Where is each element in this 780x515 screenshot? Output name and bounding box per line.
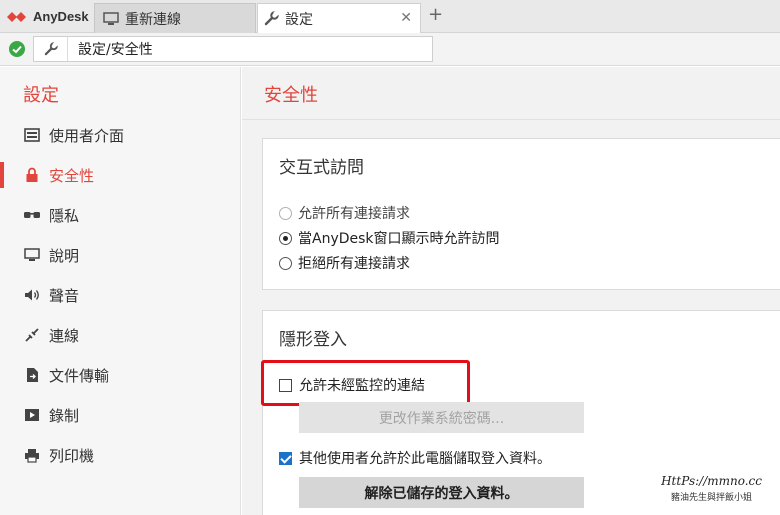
speaker-icon	[23, 286, 41, 304]
sidebar-item-security[interactable]: 安全性	[0, 155, 240, 195]
radio-deny-all[interactable]: 拒絕所有連接請求	[279, 253, 410, 273]
watermark-url: HttPs://mmno.cc	[661, 474, 762, 488]
watermark: HttPs://mmno.cc 豬油先生與拌飯小姐	[661, 474, 762, 503]
app-brand: AnyDesk	[0, 0, 94, 33]
checkbox-indicator	[279, 451, 292, 465]
record-icon	[23, 406, 41, 424]
section-title: 隱形登入	[279, 330, 347, 350]
sidebar-item-audio[interactable]: 聲音	[0, 275, 240, 315]
wrench-icon	[264, 11, 279, 26]
page-title: 安全性	[264, 85, 318, 106]
address-bar: 設定/安全性	[0, 33, 780, 66]
sidebar-item-label: 聲音	[49, 286, 80, 305]
printer-icon	[23, 446, 41, 464]
radio-label: 允許所有連接請求	[298, 206, 410, 222]
allow-other-users-checkbox[interactable]: 其他使用者允許於此電腦儲取登入資料。	[279, 448, 551, 468]
radio-indicator	[279, 256, 292, 270]
address-text: 設定/安全性	[78, 42, 153, 58]
tab-label: 設定	[285, 11, 313, 28]
settings-main: 安全性 交互式訪問 允許所有連接請求 當AnyDesk窗口顯示時允許訪問 拒絕所…	[242, 67, 780, 515]
sidebar-title: 設定	[23, 85, 59, 106]
settings-sidebar: 設定 使用者介面 安全性 隱私 說明 聲音 連線 文件傳輸 錄制 列印機	[0, 67, 241, 515]
address-field[interactable]: 設定/安全性	[33, 36, 433, 62]
radio-indicator	[279, 231, 292, 245]
lock-icon	[23, 166, 41, 184]
monitor-icon	[103, 11, 119, 25]
sidebar-item-display[interactable]: 說明	[0, 235, 240, 275]
close-icon[interactable]: ✕	[400, 11, 412, 25]
radio-label: 當AnyDesk窗口顯示時允許訪問	[298, 231, 500, 247]
interactive-access-section: 交互式訪問 允許所有連接請求 當AnyDesk窗口顯示時允許訪問 拒絕所有連接請…	[262, 138, 780, 290]
sidebar-item-printer[interactable]: 列印機	[0, 435, 240, 475]
tab-label: 重新連線	[125, 11, 181, 28]
sidebar-item-file-transfer[interactable]: 文件傳輸	[0, 355, 240, 395]
watermark-caption: 豬油先生與拌飯小姐	[671, 493, 753, 503]
interface-icon	[23, 126, 41, 144]
radio-label: 拒絕所有連接請求	[298, 256, 410, 272]
file-transfer-icon	[23, 366, 41, 384]
clear-login-data-button[interactable]: 解除已儲存的登入資料。	[299, 477, 584, 508]
sidebar-item-label: 安全性	[49, 166, 95, 185]
monitor-icon	[23, 246, 41, 264]
unattended-access-checkbox[interactable]: 允許未經監控的連結	[279, 375, 425, 395]
sidebar-item-recording[interactable]: 錄制	[0, 395, 240, 435]
sidebar-item-label: 連線	[49, 326, 80, 345]
sidebar-item-label: 隱私	[49, 206, 80, 225]
sidebar-item-label: 列印機	[49, 446, 95, 465]
checkbox-indicator	[279, 378, 292, 392]
radio-allow-when-window-open[interactable]: 當AnyDesk窗口顯示時允許訪問	[279, 228, 500, 248]
app-name: AnyDesk	[33, 9, 89, 24]
sidebar-item-label: 說明	[49, 246, 80, 265]
tab-bar: AnyDesk 重新連線 設定 ✕ +	[0, 0, 780, 33]
sidebar-item-label: 使用者介面	[49, 126, 125, 145]
add-tab-button[interactable]: +	[428, 6, 443, 24]
sidebar-item-interface[interactable]: 使用者介面	[0, 115, 240, 155]
wrench-icon	[34, 37, 68, 61]
sidebar-item-privacy[interactable]: 隱私	[0, 195, 240, 235]
radio-allow-all[interactable]: 允許所有連接請求	[279, 203, 410, 223]
sidebar-item-label: 錄制	[49, 406, 80, 425]
section-title: 交互式訪問	[279, 158, 364, 178]
sidebar-item-label: 文件傳輸	[49, 366, 110, 385]
tab-settings[interactable]: 設定 ✕	[257, 3, 421, 33]
glasses-icon	[23, 206, 41, 224]
change-password-button[interactable]: 更改作業系統密碼...	[299, 402, 584, 433]
divider	[242, 119, 780, 120]
anydesk-logo-icon	[7, 11, 26, 22]
sidebar-item-connection[interactable]: 連線	[0, 315, 240, 355]
checkbox-label: 其他使用者允許於此電腦儲取登入資料。	[299, 451, 551, 467]
tab-reconnect[interactable]: 重新連線	[94, 3, 256, 33]
checkbox-label: 允許未經監控的連結	[299, 378, 425, 394]
radio-indicator	[279, 206, 292, 220]
connection-status-icon	[9, 41, 25, 57]
connection-icon	[23, 326, 41, 344]
